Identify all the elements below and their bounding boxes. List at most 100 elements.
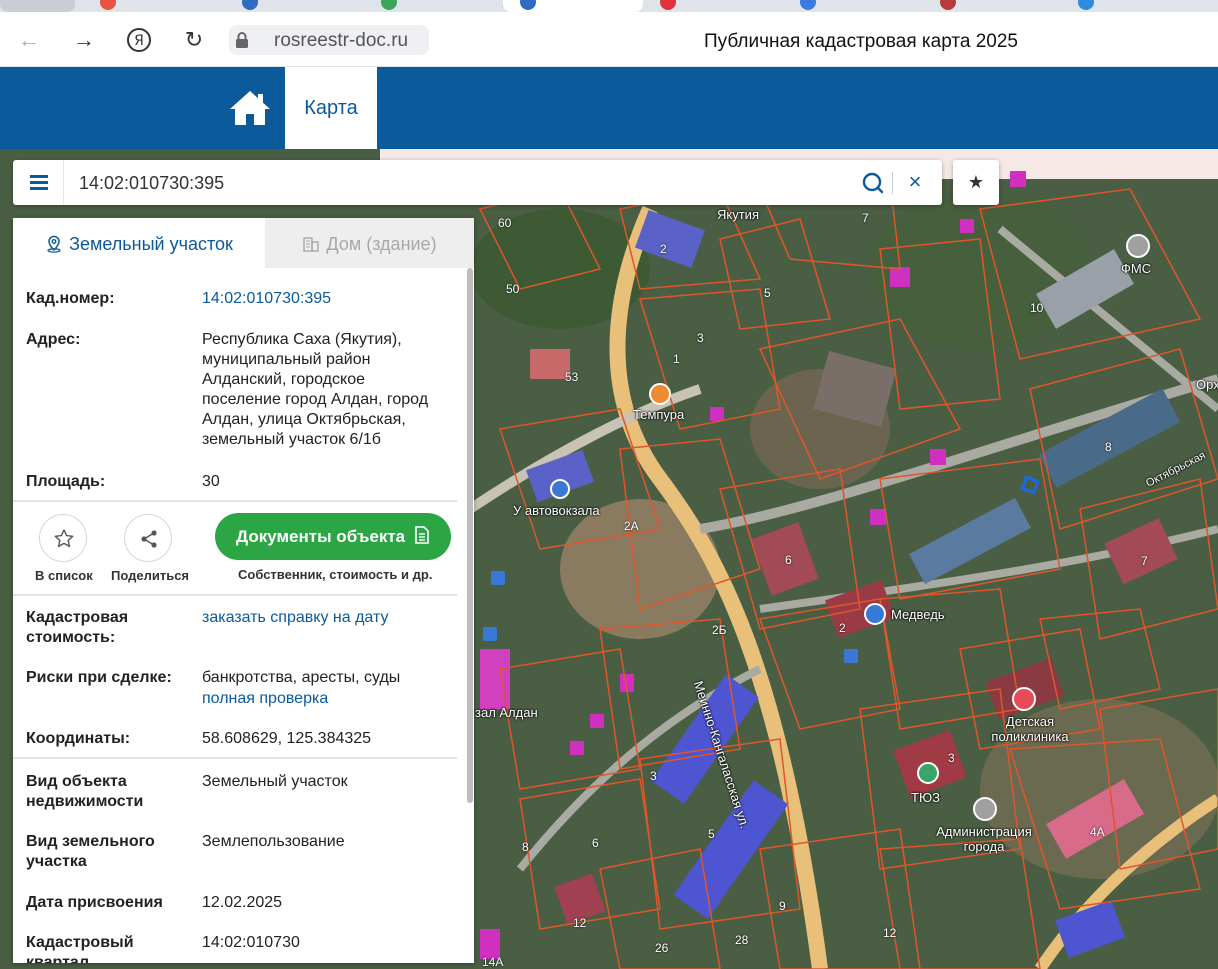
close-icon[interactable]: ×	[904, 171, 926, 193]
tab-favicon	[940, 0, 956, 10]
parcel-number: 6	[785, 553, 792, 567]
parcel-number: 60	[498, 216, 512, 230]
location-pin-icon	[47, 235, 61, 253]
map-label: ТЮЗ	[911, 790, 940, 805]
tab-favicon	[1078, 0, 1094, 10]
parcel-number: 8	[522, 840, 529, 854]
panel-tabs: Земельный участок Дом (здание)	[13, 218, 474, 268]
parcel-number: 5	[764, 286, 771, 300]
home-icon[interactable]	[228, 89, 272, 127]
reload-icon[interactable]: ↻	[180, 26, 208, 54]
parcel-number: 14А	[482, 955, 504, 969]
parcel-number: 2	[660, 242, 667, 256]
search-icon[interactable]	[861, 171, 885, 195]
map-label: У автовокзала	[513, 503, 600, 518]
map-label: Орх	[1196, 377, 1218, 392]
object-type-label: Вид объекта недвижимости	[26, 773, 144, 810]
parcel-number: 2Б	[712, 623, 727, 637]
parcel-number: 26	[655, 941, 669, 955]
search-bar: ×	[13, 160, 942, 205]
parcel-number: 28	[735, 933, 749, 947]
coordinates-label: Координаты:	[26, 730, 131, 747]
tab-building[interactable]: Дом (здание)	[265, 218, 474, 268]
map-label: Медведь	[891, 607, 945, 622]
map-label: Темпура	[633, 407, 685, 422]
map-label: ФМС	[1121, 261, 1152, 276]
tab-land-plot[interactable]: Земельный участок	[13, 218, 265, 268]
order-certificate-link[interactable]: заказать справку на дату	[202, 608, 442, 628]
object-documents-button[interactable]: Документы объекта	[215, 513, 451, 560]
divider	[13, 500, 457, 502]
url-text[interactable]: rosreestr-doc.ru	[274, 30, 408, 52]
browser-tab-strip	[0, 0, 1218, 12]
map-label: Якутия	[717, 207, 759, 222]
cadastral-quarter-value: 14:02:010730	[202, 934, 300, 951]
divider	[13, 757, 457, 759]
assignment-date-label: Дата присвоения	[26, 894, 163, 911]
forward-arrow-icon[interactable]: →	[70, 26, 98, 54]
panel-scrollbar[interactable]	[467, 268, 473, 803]
parcel-number: 7	[1141, 554, 1148, 568]
tab-favicon	[381, 0, 397, 10]
parcel-number: 1	[673, 352, 680, 366]
parcel-number: 10	[1030, 301, 1044, 315]
parcel-number: 3	[650, 769, 657, 783]
tab-favicon	[800, 0, 816, 10]
cadastral-value-label: Кадастровая стоимость:	[26, 609, 129, 646]
parcel-number: 6	[592, 836, 599, 850]
share-button[interactable]	[124, 514, 172, 562]
area-value: 30	[202, 473, 220, 490]
land-type-value: Землепользование	[202, 833, 345, 850]
back-arrow-icon[interactable]: ←	[15, 26, 43, 54]
parcel-number: 3	[697, 331, 704, 345]
menu-icon[interactable]	[13, 160, 64, 205]
building-icon	[303, 237, 320, 252]
address-label: Адрес:	[26, 331, 81, 348]
tab-favicon	[100, 0, 116, 10]
page-title: Публичная кадастровая карта 2025	[704, 31, 1018, 52]
cadastral-number-value[interactable]: 14:02:010730:395	[202, 289, 442, 309]
tab-label: Дом (здание)	[326, 234, 437, 254]
yandex-icon[interactable]: Я	[125, 26, 153, 54]
deal-risks-label: Риски при сделке:	[26, 669, 172, 686]
favorites-star-icon[interactable]: ★	[953, 160, 999, 205]
map-label: зал Алдан	[475, 705, 538, 720]
parcel-number: 12	[573, 916, 587, 930]
parcel-number: 53	[565, 370, 579, 384]
add-to-list-label[interactable]: В список	[35, 568, 93, 583]
cadastral-quarter-label: Кадастровый квартал	[26, 934, 134, 963]
browser-address-bar: ← → Я ↻ rosreestr-doc.ru Публичная кадас…	[0, 12, 1218, 67]
docs-button-label: Документы объекта	[236, 527, 406, 546]
parcel-number: 3	[948, 751, 955, 765]
tab-favicon	[660, 0, 676, 10]
assignment-date-value: 12.02.2025	[202, 894, 283, 911]
parcel-number: 9	[779, 899, 786, 913]
deal-risks-value: банкротства, аресты, суды	[202, 669, 401, 686]
cadastral-number-label: Кад.номер:	[26, 290, 115, 307]
address-value: Республика Саха (Якутия), муниципальный …	[202, 331, 429, 448]
add-to-list-button[interactable]	[39, 514, 87, 562]
lock-icon	[236, 32, 248, 48]
document-icon	[415, 526, 429, 544]
land-type-label: Вид земельного участка	[26, 833, 155, 870]
parcel-number: 7	[862, 211, 869, 225]
tab-favicon	[242, 0, 258, 10]
object-type-value: Земельный участок	[202, 773, 348, 790]
map-label: Администрация города	[936, 824, 1032, 854]
search-separator	[892, 172, 893, 194]
divider	[13, 594, 457, 596]
parcel-number: 50	[506, 282, 520, 296]
share-label[interactable]: Поделиться	[111, 568, 189, 583]
nav-tab-map[interactable]: Карта	[285, 67, 377, 149]
share-icon	[141, 530, 157, 548]
parcel-number: 12	[883, 926, 897, 940]
parcel-number: 4А	[1090, 825, 1105, 839]
object-info-panel: Земельный участок Дом (здание) Кад.номер…	[13, 218, 474, 963]
parcel-number: 8	[1105, 440, 1112, 454]
parcel-number: 2	[839, 621, 846, 635]
coordinates-value: 58.608629, 125.384325	[202, 730, 372, 747]
full-check-link[interactable]: полная проверка	[202, 689, 442, 709]
browser-tab[interactable]	[0, 0, 75, 12]
search-input[interactable]	[79, 171, 779, 195]
parcel-number: 5	[708, 827, 715, 841]
